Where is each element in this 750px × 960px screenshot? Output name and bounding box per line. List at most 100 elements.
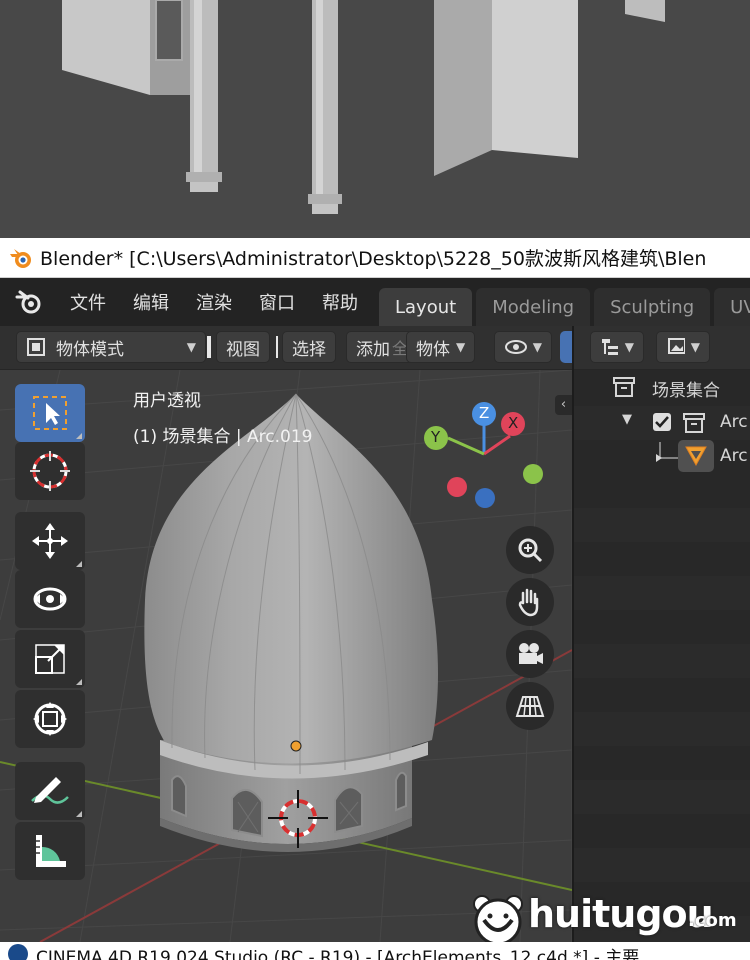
- chevron-down-icon: ▼: [624, 340, 634, 354]
- outliner-row-object[interactable]: Arc: [574, 440, 750, 474]
- hand-icon: [518, 588, 539, 617]
- chevron-down-icon: ▼: [186, 340, 196, 354]
- previous-viewport-crop: [0, 0, 750, 238]
- blender-topbar: 文件 编辑 渲染 窗口 帮助 Layout Modeling Sculpting…: [0, 278, 750, 326]
- collection-box-icon: [683, 413, 705, 433]
- menu-window[interactable]: 窗口: [259, 289, 295, 315]
- window-title: Blender* [C:\Users\Administrator\Desktop…: [40, 248, 707, 270]
- header-separator: [207, 336, 211, 358]
- blender-logo-icon: [10, 248, 31, 268]
- annotate-pencil-icon: [31, 777, 69, 804]
- tool-variants-indicator: [76, 679, 82, 685]
- display-mode-button[interactable]: ▼: [590, 331, 644, 363]
- select-menu-button[interactable]: 选择: [282, 331, 336, 363]
- tool-variants-indicator: [76, 433, 82, 439]
- outliner-empty-row: [574, 508, 750, 542]
- blender-menu-icon[interactable]: [14, 285, 44, 319]
- menu-help[interactable]: 帮助: [322, 289, 358, 315]
- tool-cursor[interactable]: [15, 442, 85, 500]
- add-label: 添加: [356, 339, 390, 360]
- gizmo-x-label[interactable]: X: [508, 414, 518, 432]
- tab-modeling[interactable]: Modeling: [476, 288, 591, 326]
- camera-icon: [519, 643, 543, 664]
- outliner-row-collection[interactable]: ▼ Arc: [574, 406, 750, 440]
- mode-label: 物体模式: [56, 339, 124, 360]
- tool-variants-indicator: [76, 811, 82, 817]
- tool-select-box[interactable]: [15, 384, 85, 442]
- mode-selector[interactable]: 物体模式 ▼: [16, 331, 206, 363]
- tool-measure[interactable]: [15, 822, 85, 880]
- camera-view-button[interactable]: [506, 630, 554, 678]
- bear-logo-icon: [473, 895, 523, 946]
- cinema4d-logo-icon: [8, 944, 28, 960]
- menu-file[interactable]: 文件: [70, 289, 106, 315]
- chevron-down-icon: ▼: [690, 340, 700, 354]
- grid-perspective-icon: [515, 696, 545, 717]
- sidebar-toggle-chevron-icon[interactable]: ‹: [555, 395, 572, 415]
- tool-annotate[interactable]: [15, 762, 85, 820]
- rotate-icon: [33, 587, 67, 611]
- scene-collection-label: 场景集合: [652, 381, 720, 401]
- view-name: 用户透视: [133, 391, 201, 411]
- tool-transform[interactable]: [15, 690, 85, 748]
- view-menu-button[interactable]: 视图: [216, 331, 270, 363]
- outliner-empty-row: [574, 712, 750, 746]
- overlay-toggle-button[interactable]: [560, 331, 572, 363]
- menu-edit[interactable]: 编辑: [133, 289, 169, 315]
- object-menu-button[interactable]: 物体 ▼: [406, 331, 476, 363]
- perspective-toggle-button[interactable]: [506, 682, 554, 730]
- filter-button[interactable]: ▼: [656, 331, 710, 363]
- watermark-text: huitugou: [528, 892, 714, 936]
- object-label: 物体: [416, 339, 450, 360]
- expand-triangle-icon[interactable]: ▼: [622, 412, 632, 427]
- screenshot-root: Blender* [C:\Users\Administrator\Desktop…: [0, 0, 750, 960]
- header-separator: [276, 336, 278, 358]
- 3d-viewport[interactable]: Z X Y 用户透视 (1) 场景集合 | Arc.019 ‹: [0, 370, 572, 942]
- tool-scale[interactable]: [15, 630, 85, 688]
- object-info: (1) 场景集合 | Arc.019: [133, 427, 313, 447]
- tab-uv[interactable]: UV: [714, 288, 750, 326]
- gizmo-y-label[interactable]: Y: [431, 428, 440, 446]
- outliner-empty-row: [574, 848, 750, 882]
- eye-icon: [505, 340, 527, 354]
- object-item-label: Arc: [720, 446, 748, 466]
- outliner-tree-icon: [602, 339, 618, 355]
- chevron-down-icon: ▼: [532, 340, 542, 354]
- zoom-button[interactable]: [506, 526, 554, 574]
- scale-icon: [35, 644, 65, 674]
- collection-item-label: Arc: [720, 412, 748, 432]
- tool-rotate[interactable]: [15, 570, 85, 628]
- menu-render[interactable]: 渲染: [196, 289, 232, 315]
- visibility-button[interactable]: ▼: [494, 331, 552, 363]
- tab-layout[interactable]: Layout: [379, 288, 473, 326]
- pillars-scene: [0, 0, 750, 238]
- tool-variants-indicator: [76, 561, 82, 567]
- viewport-header: 物体模式 ▼ 视图 选择 添加 全局 物体 ▼ ▼: [0, 326, 572, 370]
- tab-sculpting[interactable]: Sculpting: [594, 288, 711, 326]
- tool-move[interactable]: [15, 512, 85, 570]
- outliner-row-scene-collection[interactable]: 场景集合: [574, 370, 750, 404]
- next-window-titlebar: CINEMA 4D R19.024 Studio (RC - R19) - [A…: [0, 942, 750, 960]
- cursor-icon: [30, 451, 70, 491]
- scene-render: [0, 370, 572, 942]
- next-window-title: CINEMA 4D R19.024 Studio (RC - R19) - [A…: [36, 948, 640, 960]
- magnify-plus-icon: [518, 538, 543, 563]
- transform-icon: [33, 702, 67, 736]
- select-box-icon: [33, 396, 67, 430]
- pan-button[interactable]: [506, 578, 554, 626]
- checkbox-checked-icon[interactable]: [652, 412, 672, 432]
- move-icon: [32, 523, 68, 559]
- outliner-panel: 场景集合 ▼ Arc Arc: [574, 370, 750, 942]
- mesh-triangle-icon: [685, 446, 707, 467]
- collection-box-icon: [613, 377, 635, 397]
- object-icon-bg: [678, 440, 714, 472]
- outliner-empty-row: [574, 780, 750, 814]
- outliner-header: ▼ ▼: [574, 326, 750, 370]
- watermark: huitugou .com: [470, 890, 740, 948]
- measure-ruler-icon: [36, 835, 66, 867]
- chevron-down-icon: ▼: [456, 340, 466, 354]
- outliner-empty-row: [574, 644, 750, 678]
- outliner-empty-row: [574, 576, 750, 610]
- watermark-suffix: .com: [688, 910, 737, 931]
- window-titlebar: Blender* [C:\Users\Administrator\Desktop…: [0, 238, 750, 278]
